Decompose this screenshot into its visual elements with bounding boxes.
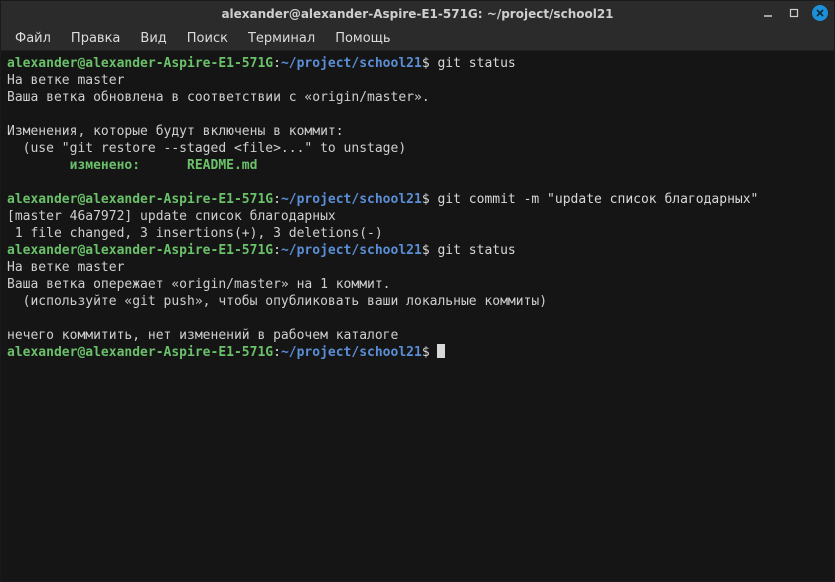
window-title: alexander@alexander-Aspire-E1-571G: ~/pr… [221,7,613,21]
output-line: На ветке master [7,73,124,88]
prompt-colon: : [273,345,281,360]
titlebar: alexander@alexander-Aspire-E1-571G: ~/pr… [1,1,834,27]
prompt-colon: : [273,56,281,71]
prompt-cwd: ~/project/school21 [281,345,422,360]
menu-help[interactable]: Помощь [327,29,398,48]
maximize-button[interactable] [786,5,802,21]
output-line: (use "git restore --staged <file>..." to… [7,141,406,156]
output-line: Ваша ветка опережает «origin/master» на … [7,277,391,292]
cursor-icon [437,344,445,358]
prompt-cwd: ~/project/school21 [281,243,422,258]
output-line: Ваша ветка обновлена в соответствии с «o… [7,90,430,105]
menu-edit[interactable]: Правка [63,29,128,48]
prompt-userhost: alexander@alexander-Aspire-E1-571G [7,243,273,258]
output-line: 1 file changed, 3 insertions(+), 3 delet… [7,226,383,241]
output-line: нечего коммитить, нет изменений в рабоче… [7,328,398,343]
staged-file: README.md [187,158,257,173]
staged-label: изменено: [7,158,187,173]
command-1: git status [437,56,515,71]
prompt-colon: : [273,192,281,207]
prompt-userhost: alexander@alexander-Aspire-E1-571G [7,345,273,360]
prompt-dollar: $ [422,192,438,207]
prompt-dollar: $ [422,243,438,258]
close-button[interactable] [812,5,828,21]
terminal-window: alexander@alexander-Aspire-E1-571G: ~/pr… [0,0,835,582]
prompt-cwd: ~/project/school21 [281,192,422,207]
prompt-userhost: alexander@alexander-Aspire-E1-571G [7,192,273,207]
output-line: Изменения, которые будут включены в комм… [7,124,344,139]
prompt-userhost: alexander@alexander-Aspire-E1-571G [7,56,273,71]
minimize-button[interactable] [760,5,776,21]
output-line: (используйте «git push», чтобы опубликов… [7,294,547,309]
menu-file[interactable]: Файл [7,29,59,48]
prompt-dollar: $ [422,345,438,360]
prompt-colon: : [273,243,281,258]
terminal-body[interactable]: alexander@alexander-Aspire-E1-571G:~/pro… [1,51,834,581]
menu-search[interactable]: Поиск [179,29,236,48]
command-2: git commit -m "update список благодарных… [437,192,758,207]
output-line: На ветке master [7,260,124,275]
menu-terminal[interactable]: Терминал [240,29,323,48]
menubar: Файл Правка Вид Поиск Терминал Помощь [1,27,834,51]
prompt-dollar: $ [422,56,438,71]
output-line: [master 46a7972] update список благодарн… [7,209,336,224]
window-controls [760,5,828,21]
command-3: git status [437,243,515,258]
prompt-cwd: ~/project/school21 [281,56,422,71]
menu-view[interactable]: Вид [132,29,174,48]
